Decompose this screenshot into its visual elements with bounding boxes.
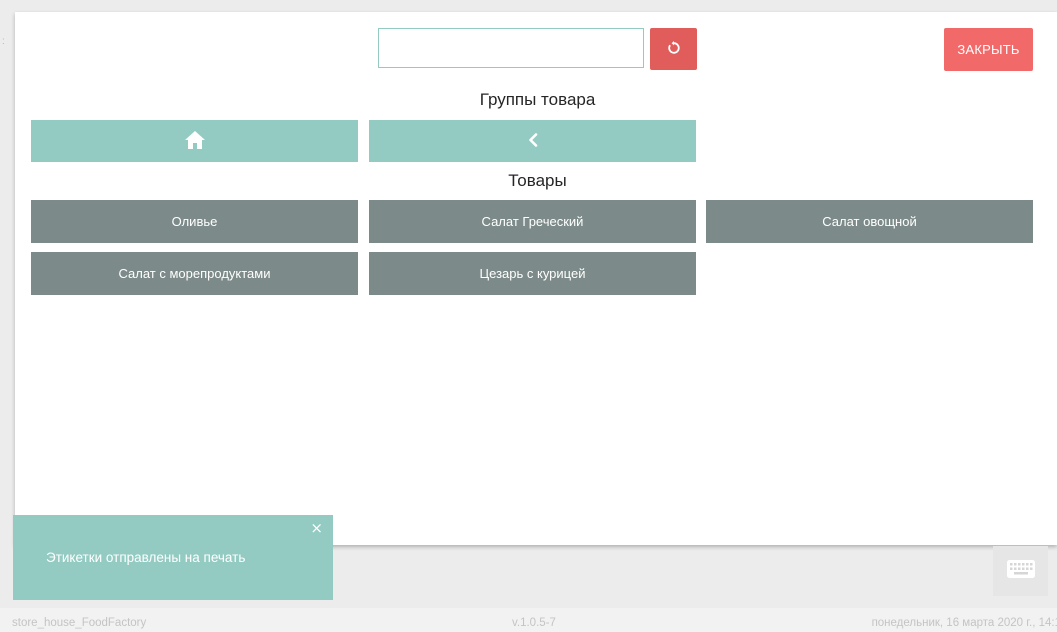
product-button[interactable]: Салат с морепродуктами <box>31 252 358 295</box>
product-button[interactable]: Салат Греческий <box>369 200 696 243</box>
keyboard-icon <box>1006 559 1035 583</box>
product-selector-dialog: ЗАКРЫТЬ Группы товара Товары Оливье Сала… <box>15 12 1057 545</box>
reset-button[interactable] <box>650 28 697 70</box>
toast-message: Этикетки отправлены на печать <box>46 550 246 565</box>
app-version: v.1.0.5-7 <box>512 617 556 629</box>
status-bar: store_house_FoodFactory v.1.0.5-7 понеде… <box>0 608 1057 632</box>
product-button[interactable]: Оливье <box>31 200 358 243</box>
chevron-left-icon <box>528 132 538 150</box>
product-button[interactable]: Цезарь с курицей <box>369 252 696 295</box>
refresh-icon <box>667 40 681 58</box>
close-icon[interactable]: × <box>310 521 323 536</box>
close-button[interactable]: ЗАКРЫТЬ <box>944 28 1033 71</box>
search-input[interactable] <box>378 28 644 68</box>
home-icon <box>184 130 205 152</box>
home-button[interactable] <box>31 120 358 162</box>
date-time: понедельник, 16 марта 2020 г., 14:1 <box>871 617 1057 629</box>
backdrop-mark: : <box>2 36 5 47</box>
keyboard-button[interactable] <box>993 546 1048 596</box>
notification-toast: × Этикетки отправлены на печать <box>13 515 333 600</box>
back-button[interactable] <box>369 120 696 162</box>
app-name: store_house_FoodFactory <box>12 617 147 629</box>
goods-title: Товары <box>508 171 567 190</box>
groups-title: Группы товара <box>479 90 596 109</box>
product-button[interactable]: Салат овощной <box>706 200 1033 243</box>
